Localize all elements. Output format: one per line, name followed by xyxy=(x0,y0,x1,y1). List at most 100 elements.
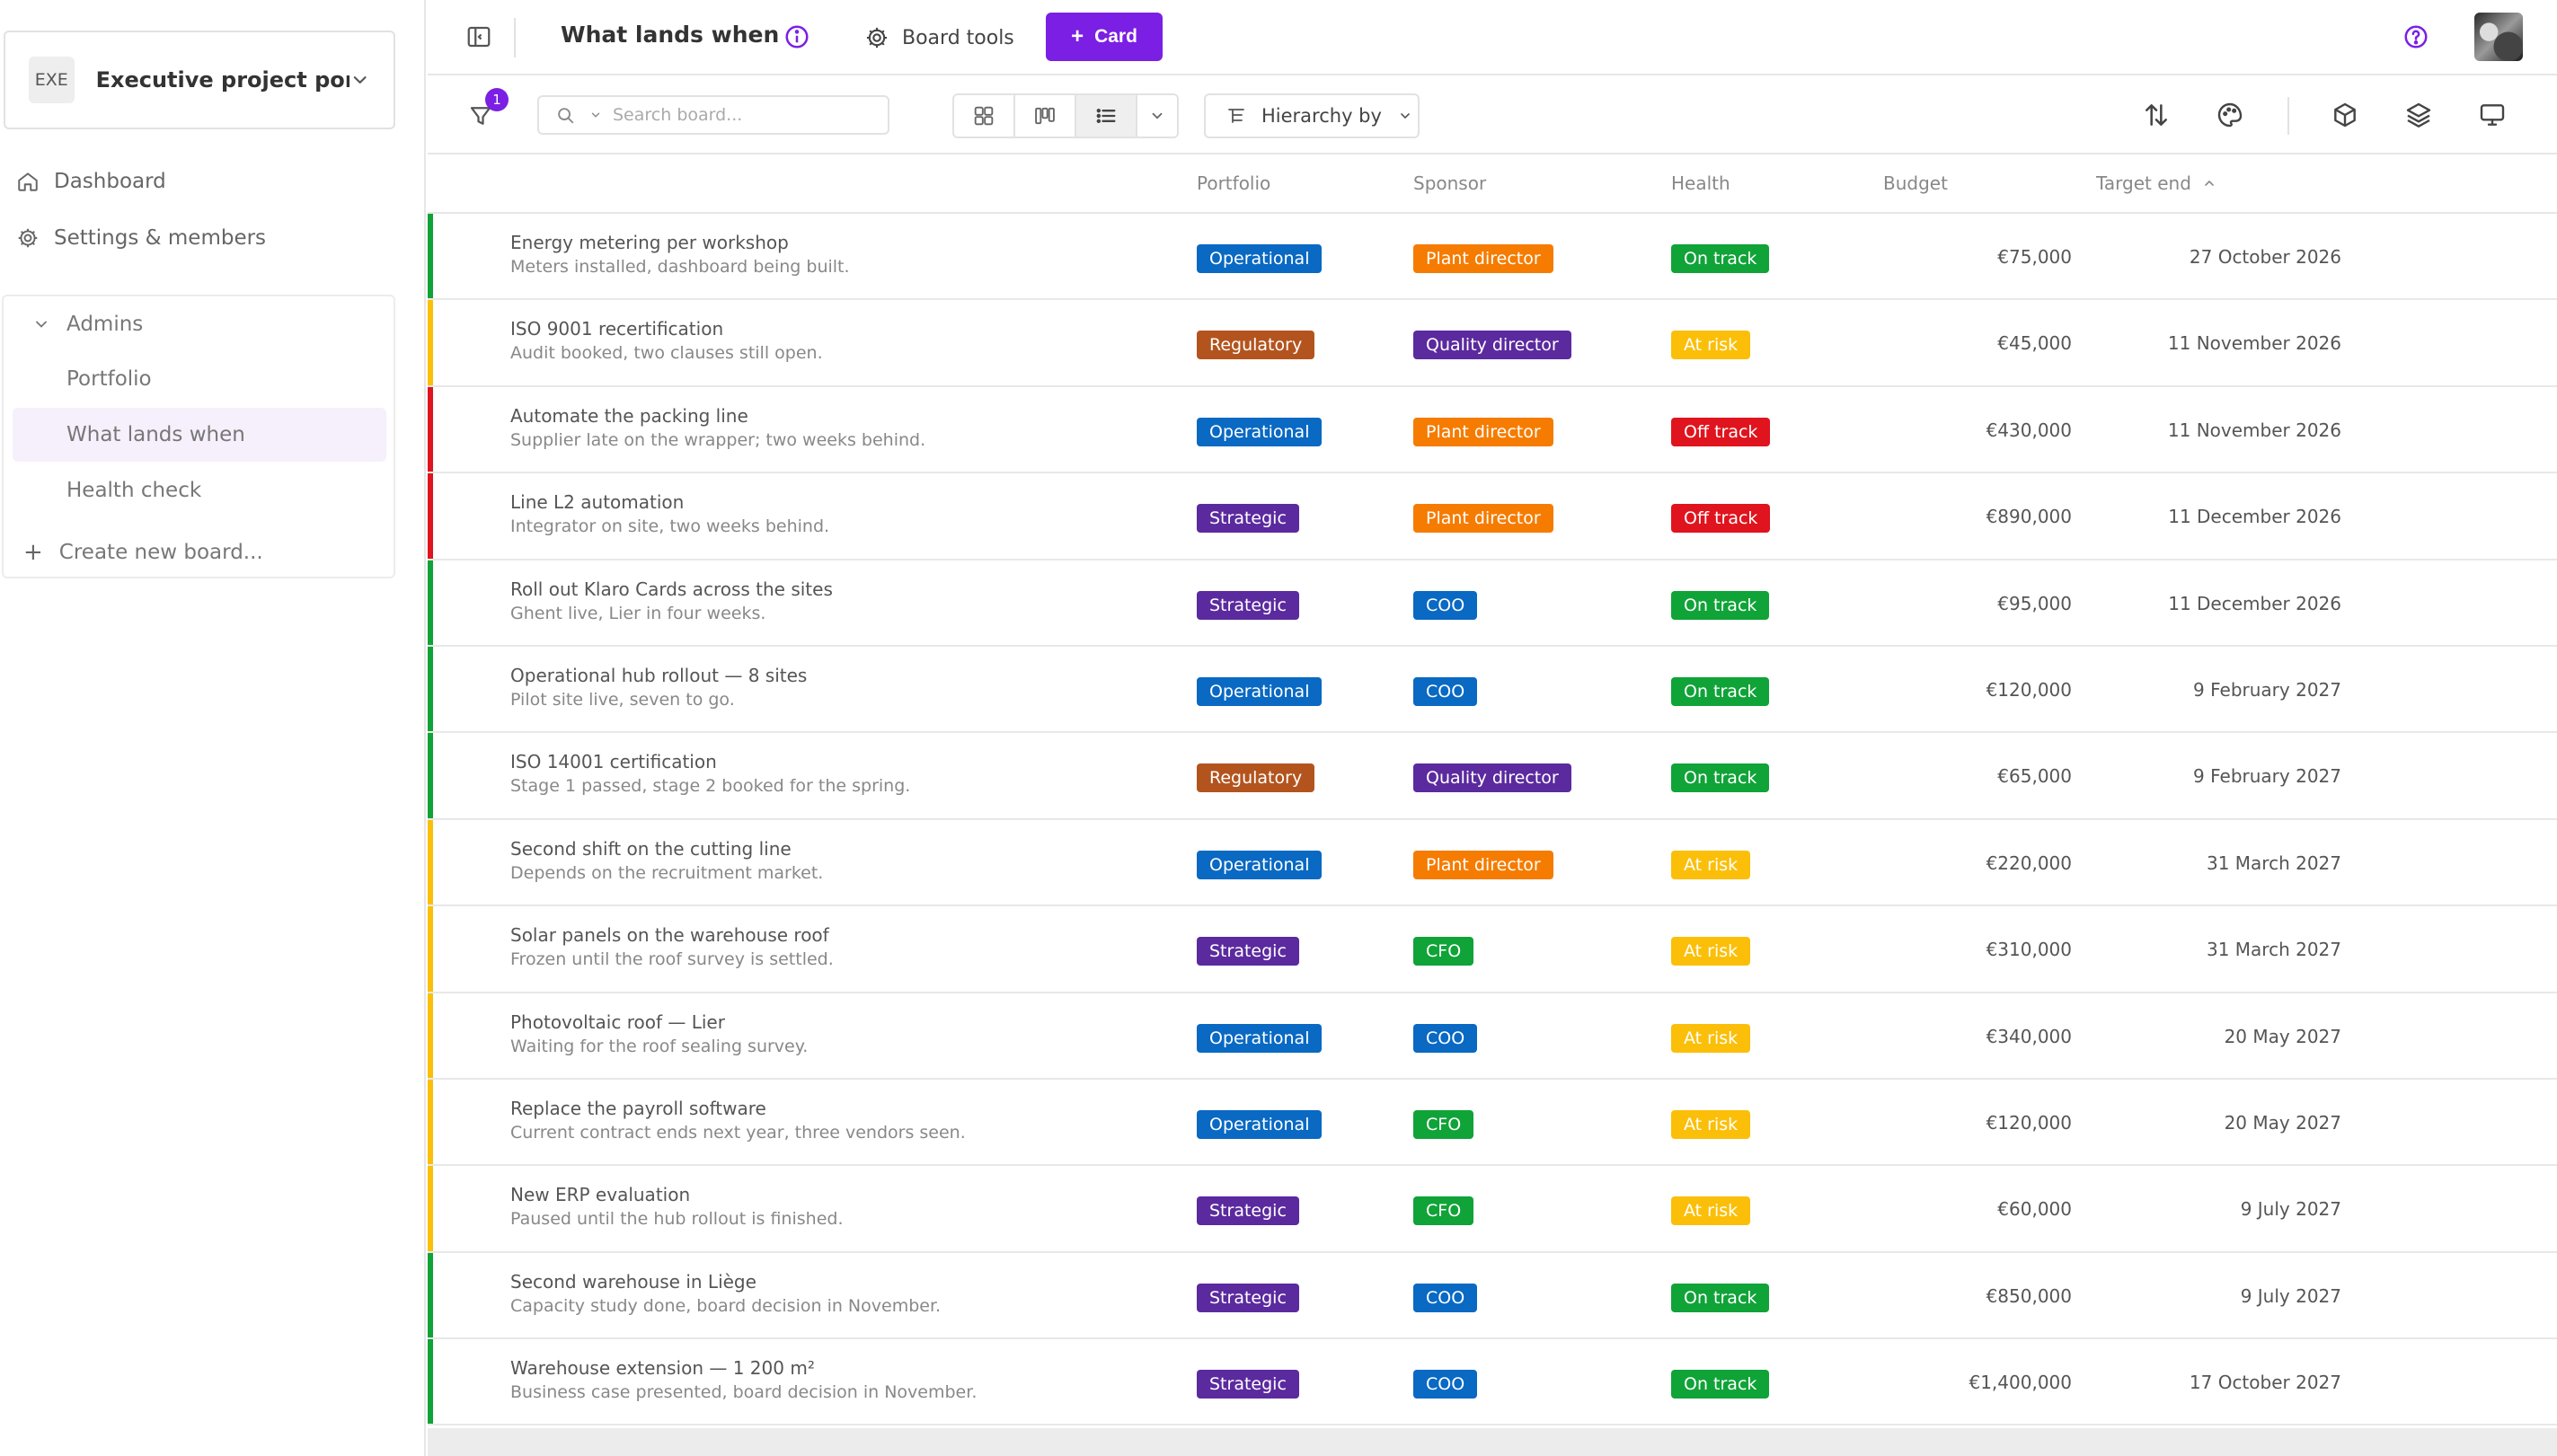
card-title: Solar panels on the warehouse roof xyxy=(510,924,829,947)
target-end-value: 20 May 2027 xyxy=(2224,1111,2341,1134)
info-icon[interactable] xyxy=(783,23,810,50)
health-tag[interactable]: On track xyxy=(1671,676,1770,706)
create-board-button[interactable]: + Create new board... xyxy=(23,539,263,566)
cube-icon[interactable] xyxy=(2331,101,2359,129)
health-tag[interactable]: On track xyxy=(1671,590,1770,620)
table-row[interactable]: Roll out Klaro Cards across the sites Ghe… xyxy=(428,560,2557,647)
table-row[interactable]: Second shift on the cutting line Depends … xyxy=(428,819,2557,907)
health-tag[interactable]: At risk xyxy=(1671,331,1751,360)
portfolio-tag[interactable]: Regulatory xyxy=(1197,763,1315,793)
kanban-icon xyxy=(1035,107,1055,125)
column-portfolio[interactable]: Portfolio xyxy=(1197,172,1270,194)
target-end-value: 11 November 2026 xyxy=(2167,419,2341,441)
table-row[interactable]: New ERP evaluation Paused until the hub r… xyxy=(428,1166,2557,1253)
chevron-down-icon[interactable] xyxy=(589,109,602,121)
portfolio-tag[interactable]: Operational xyxy=(1197,417,1323,446)
sponsor-tag[interactable]: COO xyxy=(1413,1370,1478,1399)
table-row[interactable]: Replace the payroll software Current cont… xyxy=(428,1079,2557,1167)
monitor-icon[interactable] xyxy=(2478,101,2507,129)
board-tools-button[interactable]: Board tools xyxy=(864,18,1014,57)
sponsor-tag[interactable]: Quality director xyxy=(1413,763,1571,793)
view-list-button[interactable] xyxy=(1076,95,1137,137)
portfolio-tag[interactable]: Strategic xyxy=(1197,1370,1299,1399)
portfolio-tag[interactable]: Strategic xyxy=(1197,937,1299,966)
portfolio-tag[interactable]: Strategic xyxy=(1197,590,1299,620)
board-group-admins[interactable]: Admins xyxy=(32,313,143,336)
sponsor-tag[interactable]: COO xyxy=(1413,590,1478,620)
portfolio-tag[interactable]: Strategic xyxy=(1197,1196,1299,1226)
health-tag[interactable]: On track xyxy=(1671,1283,1770,1312)
palette-icon[interactable] xyxy=(2216,101,2244,129)
table-row[interactable]: Line L2 automation Integrator on site, tw… xyxy=(428,473,2557,560)
health-tag[interactable]: At risk xyxy=(1671,1196,1751,1226)
table-row[interactable]: Warehouse extension — 1 200 m² Business c… xyxy=(428,1339,2557,1426)
view-options-button[interactable] xyxy=(1137,95,1177,137)
table-row[interactable]: ISO 9001 recertification Audit booked, tw… xyxy=(428,300,2557,387)
portfolio-tag[interactable]: Strategic xyxy=(1197,1283,1299,1312)
add-card-button[interactable]: + Card xyxy=(1046,13,1163,61)
column-health[interactable]: Health xyxy=(1671,172,1730,194)
table-row[interactable]: Solar panels on the warehouse roof Frozen… xyxy=(428,906,2557,993)
health-tag[interactable]: On track xyxy=(1671,244,1770,273)
health-tag[interactable]: At risk xyxy=(1671,937,1751,966)
sponsor-tag[interactable]: Quality director xyxy=(1413,331,1571,360)
sidebar-board-what-lands-when[interactable]: What lands when xyxy=(13,408,386,462)
help-icon[interactable] xyxy=(2402,23,2429,50)
health-tag[interactable]: At risk xyxy=(1671,1023,1751,1053)
column-sponsor[interactable]: Sponsor xyxy=(1413,172,1486,194)
table-row[interactable]: Photovoltaic roof — Lier Waiting for the … xyxy=(428,993,2557,1080)
sidebar-board-portfolio[interactable]: Portfolio xyxy=(13,352,386,406)
search-box[interactable] xyxy=(537,95,889,135)
health-tag[interactable]: On track xyxy=(1671,763,1770,793)
hierarchy-button[interactable]: Hierarchy by xyxy=(1204,93,1420,138)
health-tag[interactable]: At risk xyxy=(1671,850,1751,879)
table-row[interactable]: Energy metering per workshop Meters insta… xyxy=(428,214,2557,301)
portfolio-tag[interactable]: Operational xyxy=(1197,850,1323,879)
health-tag[interactable]: On track xyxy=(1671,1370,1770,1399)
nav-settings[interactable]: Settings & members xyxy=(16,226,266,250)
budget-value: €120,000 xyxy=(1986,678,2072,701)
health-tag[interactable]: At risk xyxy=(1671,1109,1751,1139)
plus-icon: + xyxy=(23,539,43,566)
portfolio-tag[interactable]: Operational xyxy=(1197,1109,1323,1139)
sponsor-tag[interactable]: CFO xyxy=(1413,1196,1474,1226)
table-row[interactable]: ISO 14001 certification Stage 1 passed, s… xyxy=(428,733,2557,820)
sponsor-tag[interactable]: COO xyxy=(1413,1023,1478,1053)
budget-value: €75,000 xyxy=(1997,246,2072,268)
sponsor-tag[interactable]: COO xyxy=(1413,1283,1478,1312)
sidebar-board-health-check[interactable]: Health check xyxy=(13,463,386,517)
table-row[interactable]: Automate the packing line Supplier late o… xyxy=(428,386,2557,474)
sponsor-tag[interactable]: Plant director xyxy=(1413,850,1553,879)
portfolio-tag[interactable]: Regulatory xyxy=(1197,331,1315,360)
column-budget[interactable]: Budget xyxy=(1883,172,1948,194)
table-row[interactable]: Operational hub rollout — 8 sites Pilot s… xyxy=(428,646,2557,734)
view-grid-button[interactable] xyxy=(954,95,1015,137)
portfolio-tag[interactable]: Operational xyxy=(1197,244,1323,273)
column-target-end[interactable]: Target end xyxy=(2096,172,2216,194)
budget-value: €430,000 xyxy=(1986,419,2072,441)
table-row[interactable]: Second warehouse in Liège Capacity study … xyxy=(428,1252,2557,1340)
user-avatar[interactable] xyxy=(2474,13,2523,61)
layers-icon[interactable] xyxy=(2404,101,2433,129)
health-tag[interactable]: Off track xyxy=(1671,504,1771,534)
portfolio-tag[interactable]: Operational xyxy=(1197,676,1323,706)
sponsor-tag[interactable]: COO xyxy=(1413,676,1478,706)
sponsor-tag[interactable]: CFO xyxy=(1413,937,1474,966)
health-tag[interactable]: Off track xyxy=(1671,417,1771,446)
portfolio-tag[interactable]: Strategic xyxy=(1197,504,1299,534)
view-kanban-button[interactable] xyxy=(1015,95,1076,137)
workspace-switcher[interactable]: EXE Executive project por... xyxy=(4,31,395,129)
sponsor-tag[interactable]: Plant director xyxy=(1413,504,1553,534)
nav-dashboard[interactable]: Dashboard xyxy=(16,170,166,193)
sponsor-tag[interactable]: CFO xyxy=(1413,1109,1474,1139)
sidebar-toggle-icon[interactable] xyxy=(465,23,492,50)
portfolio-tag[interactable]: Operational xyxy=(1197,1023,1323,1053)
table-footer xyxy=(428,1428,2557,1456)
sponsor-tag[interactable]: Plant director xyxy=(1413,244,1553,273)
sort-icon[interactable] xyxy=(2142,101,2171,129)
budget-value: €95,000 xyxy=(1997,592,2072,614)
table-header: Portfolio Sponsor Health Budget Target e… xyxy=(428,154,2557,214)
search-input[interactable] xyxy=(613,105,864,125)
budget-value: €220,000 xyxy=(1986,852,2072,874)
sponsor-tag[interactable]: Plant director xyxy=(1413,417,1553,446)
